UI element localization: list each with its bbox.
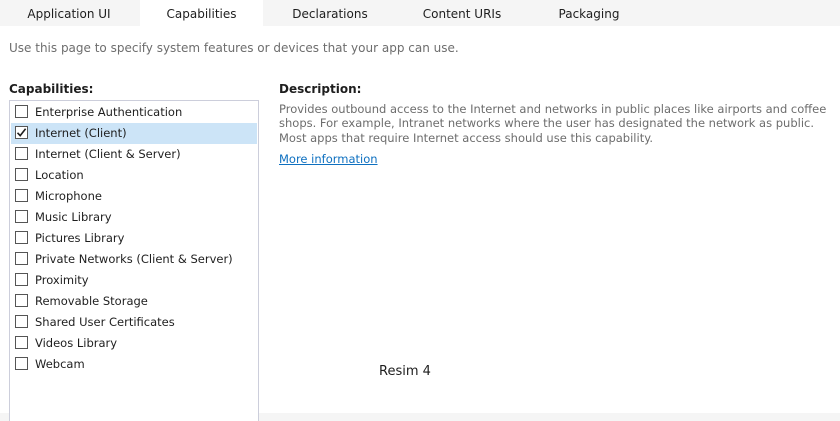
capability-label: Enterprise Authentication (35, 105, 183, 119)
tab-application-ui[interactable]: Application UI (0, 0, 138, 26)
tab-content-uris[interactable]: Content URIs (397, 0, 527, 26)
capability-checkbox[interactable] (15, 126, 28, 139)
capability-item-music-library[interactable]: Music Library (11, 207, 257, 228)
tab-capabilities[interactable]: Capabilities (140, 0, 263, 26)
capability-item-shared-user-certificates[interactable]: Shared User Certificates (11, 312, 257, 333)
capability-checkbox[interactable] (15, 105, 28, 118)
description-heading: Description: (279, 82, 362, 96)
capability-label: Internet (Client) (35, 126, 127, 140)
capability-item-enterprise-authentication[interactable]: Enterprise Authentication (11, 102, 257, 123)
capability-label: Internet (Client & Server) (35, 147, 181, 161)
capability-label: Removable Storage (35, 294, 148, 308)
capability-label: Webcam (35, 357, 85, 371)
capability-label: Microphone (35, 189, 102, 203)
capability-label: Proximity (35, 273, 89, 287)
tab-declarations[interactable]: Declarations (265, 0, 395, 26)
capability-checkbox[interactable] (15, 357, 28, 370)
capability-label: Music Library (35, 210, 112, 224)
capability-label: Private Networks (Client & Server) (35, 252, 233, 266)
intro-text: Use this page to specify system features… (9, 41, 459, 55)
check-icon (16, 128, 27, 137)
capabilities-page: Use this page to specify system features… (0, 26, 840, 421)
capability-checkbox[interactable] (15, 294, 28, 307)
capability-item-internet-client-server[interactable]: Internet (Client & Server) (11, 144, 257, 165)
capability-label: Shared User Certificates (35, 315, 175, 329)
capability-item-videos-library[interactable]: Videos Library (11, 333, 257, 354)
capability-item-removable-storage[interactable]: Removable Storage (11, 291, 257, 312)
capability-checkbox[interactable] (15, 168, 28, 181)
more-information-link[interactable]: More information (279, 152, 378, 166)
capability-item-webcam[interactable]: Webcam (11, 354, 257, 375)
capability-checkbox[interactable] (15, 336, 28, 349)
capabilities-list[interactable]: Enterprise Authentication Internet (Clien… (9, 100, 259, 421)
description-text: Provides outbound access to the Internet… (279, 102, 827, 145)
capability-checkbox[interactable] (15, 210, 28, 223)
capability-checkbox[interactable] (15, 189, 28, 202)
capability-label: Videos Library (35, 336, 118, 350)
tab-bar: Application UI Capabilities Declarations… (0, 0, 840, 26)
capabilities-heading: Capabilities: (9, 82, 94, 96)
capability-checkbox[interactable] (15, 231, 28, 244)
capability-item-pictures-library[interactable]: Pictures Library (11, 228, 257, 249)
tab-packaging[interactable]: Packaging (529, 0, 649, 26)
capability-checkbox[interactable] (15, 315, 28, 328)
capability-item-proximity[interactable]: Proximity (11, 270, 257, 291)
capability-label: Pictures Library (35, 231, 125, 245)
capability-item-location[interactable]: Location (11, 165, 257, 186)
capability-checkbox[interactable] (15, 147, 28, 160)
capability-checkbox[interactable] (15, 273, 28, 286)
capability-item-internet-client[interactable]: Internet (Client) (11, 123, 257, 144)
capability-label: Location (35, 168, 84, 182)
capability-item-private-networks-client-server[interactable]: Private Networks (Client & Server) (11, 249, 257, 270)
capability-checkbox[interactable] (15, 252, 28, 265)
figure-caption: Resim 4 (379, 364, 431, 379)
capability-item-microphone[interactable]: Microphone (11, 186, 257, 207)
